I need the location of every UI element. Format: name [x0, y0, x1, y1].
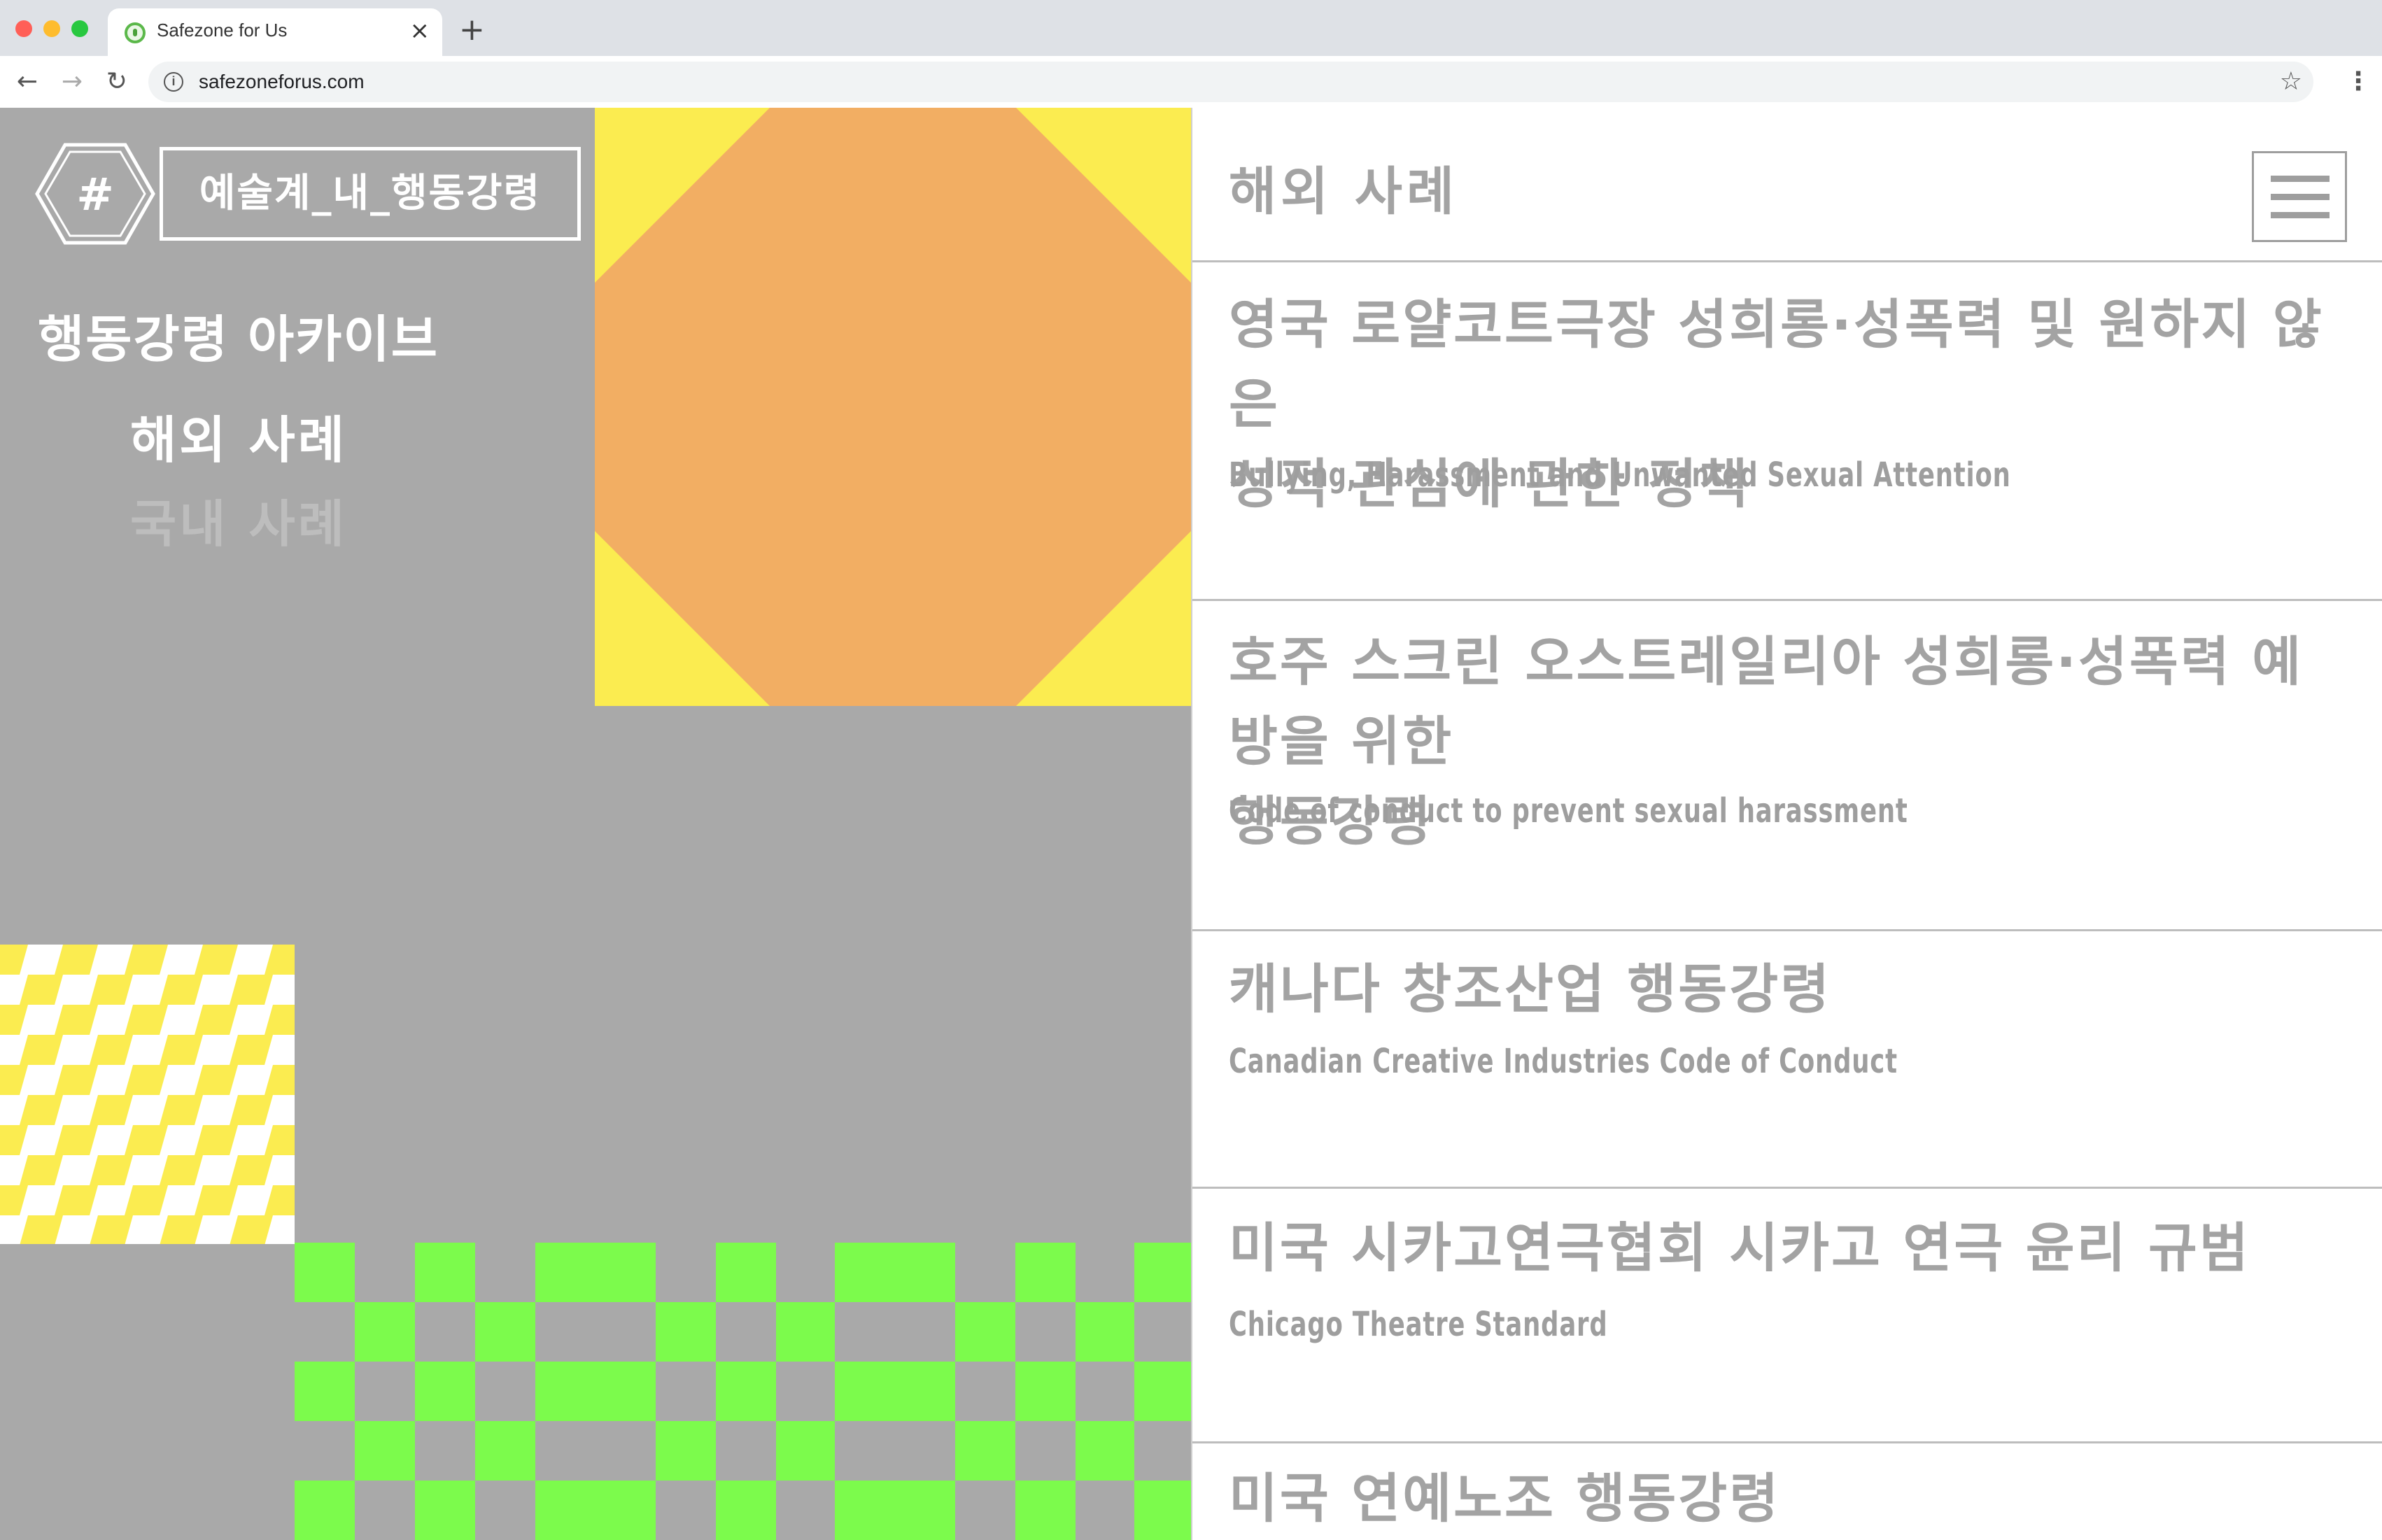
hamburger-line [2271, 176, 2330, 182]
case-item-canadian-creative[interactable]: 캐나다 창조산업 행동강령 Canadian Creative Industri… [1192, 929, 2382, 1187]
hashtag-logo-icon[interactable]: # [35, 143, 155, 245]
hamburger-line [2271, 212, 2330, 218]
case-title-ko[interactable]: 캐나다 창조산업 행동강령 [1229, 949, 2348, 1029]
site-info-icon[interactable]: i [164, 72, 183, 92]
sidebar-item-domestic[interactable]: 국내 사례 [130, 483, 347, 556]
case-item-us-entertainment-union[interactable]: 미국 연예노조 행동강령 [1192, 1441, 2382, 1540]
bookmark-star-icon[interactable]: ☆ [2280, 66, 2302, 98]
case-item-screen-australia[interactable]: 호주 스크린 오스트레일리아 성희롱·성폭력 예방을 위한 행동강령 Code … [1192, 599, 2382, 929]
tab-title: Safezone for Us [157, 20, 288, 41]
sidebar-item-overseas[interactable]: 해외 사례 [130, 399, 347, 472]
favicon-icon [125, 22, 146, 43]
case-title-en[interactable]: Chicago Theatre Standard [1229, 1305, 1608, 1344]
hamburger-line [2271, 194, 2330, 200]
archive-heading[interactable]: 행동강령 아카이브 [38, 298, 439, 372]
case-title-ko-line: 호주 스크린 오스트레일리아 성희롱·성폭력 예방을 위한 [1229, 630, 2304, 772]
sidebar: # 예술계_내_행동강령 행동강령 아카이브 해외 사례 국내 사례 [0, 108, 1191, 1540]
reload-icon[interactable]: ↻ [101, 66, 133, 98]
main-content: 해외 사례 영국 로얄코트극장 성희롱·성폭력 및 원하지 않은 성적 관심에 … [1191, 108, 2382, 1540]
case-item-royal-court[interactable]: 영국 로얄코트극장 성희롱·성폭력 및 원하지 않은 성적 관심에 관한 정책 … [1192, 260, 2382, 599]
new-tab-button[interactable]: + [459, 14, 485, 46]
case-title-ko[interactable]: 미국 연예노조 행동강령 [1229, 1459, 2348, 1539]
case-title-en[interactable]: Code of conduct to prevent sexual harass… [1229, 791, 1908, 831]
decorative-checker-graphic [0, 945, 295, 1244]
back-icon[interactable]: ← [11, 66, 43, 98]
decorative-octagon-graphic [595, 108, 1191, 706]
browser-menu-icon[interactable]: ⋮ [2346, 66, 2371, 98]
close-window-button[interactable] [15, 20, 32, 37]
case-title-ko[interactable]: 미국 시카고연극협회 시카고 연극 윤리 규범 [1229, 1208, 2348, 1288]
address-bar[interactable]: i safezoneforus.com ☆ [148, 62, 2313, 102]
case-title-en[interactable]: Bullying, Harassment and Unwanted Sexual… [1229, 455, 2011, 495]
page-title: 해외 사례 [1229, 162, 1459, 222]
case-title-en[interactable]: Canadian Creative Industries Code of Con… [1229, 1042, 1898, 1081]
tab-close-icon[interactable]: × [410, 17, 430, 45]
browser-tab-strip: Safezone for Us × + [0, 0, 2382, 56]
case-title-ko-line: 영국 로얄코트극장 성희롱·성폭력 및 원하지 않은 [1229, 293, 2324, 435]
minimize-window-button[interactable] [43, 20, 60, 37]
decorative-green-pattern [295, 1243, 1191, 1540]
web-page: # 예술계_내_행동강령 행동강령 아카이브 해외 사례 국내 사례 해외 사례… [0, 108, 2382, 1540]
url-text[interactable]: safezoneforus.com [199, 71, 365, 93]
case-item-chicago-theatre[interactable]: 미국 시카고연극협회 시카고 연극 윤리 규범 Chicago Theatre … [1192, 1187, 2382, 1441]
zoom-window-button[interactable] [71, 20, 88, 37]
logo-symbol: # [76, 169, 114, 221]
site-logo-text[interactable]: 예술계_내_행동강령 [160, 147, 581, 241]
forward-icon[interactable]: → [56, 66, 88, 98]
browser-tab[interactable]: Safezone for Us × [108, 8, 442, 56]
browser-toolbar: ← → ↻ i safezoneforus.com ☆ ⋮ [0, 56, 2382, 109]
hamburger-menu-button[interactable] [2252, 151, 2347, 242]
